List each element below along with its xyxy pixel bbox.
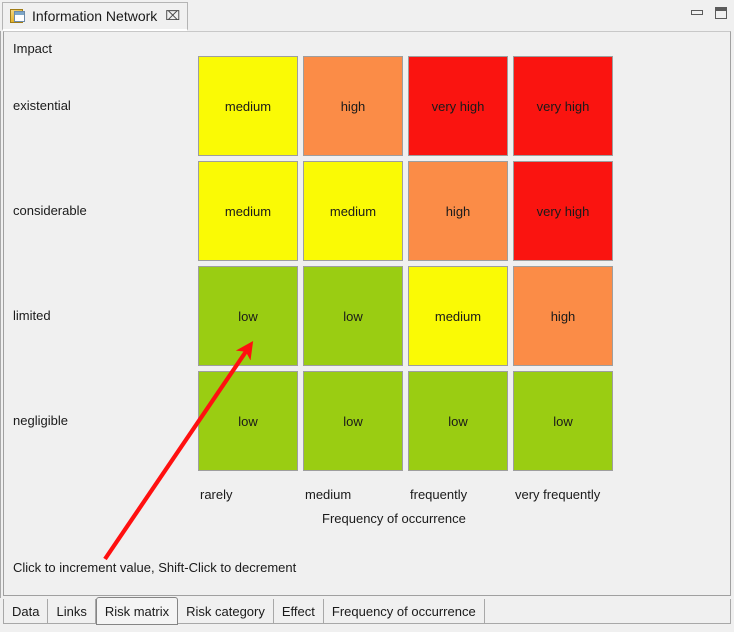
view-tab-information-network[interactable]: Information Network ⌧	[2, 2, 189, 31]
tab-frequency-of-occurrence[interactable]: Frequency of occurrence	[323, 598, 485, 624]
row-label-negligible: negligible	[13, 413, 68, 428]
column-label-rarely: rarely	[200, 487, 233, 502]
maximize-icon[interactable]	[714, 6, 728, 20]
risk-matrix-cell[interactable]: low	[303, 266, 403, 366]
risk-matrix-cell[interactable]: low	[198, 266, 298, 366]
column-label-medium: medium	[305, 487, 352, 502]
frequency-axis-label: Frequency of occurrence	[322, 511, 466, 526]
column-label-very-frequently: very frequently	[515, 487, 601, 502]
risk-matrix-cell[interactable]: high	[513, 266, 613, 366]
risk-matrix-cell[interactable]: medium	[198, 161, 298, 261]
risk-matrix-cell[interactable]: very high	[408, 56, 508, 156]
risk-matrix-canvas: Impact existential considerable limited neg…	[5, 32, 729, 594]
row-label-limited: limited	[13, 308, 51, 323]
tab-risk-matrix[interactable]: Risk matrix	[95, 597, 179, 625]
view-tab-bar: Information Network ⌧	[0, 0, 734, 31]
risk-matrix-cell[interactable]: very high	[513, 161, 613, 261]
risk-matrix-cell[interactable]: very high	[513, 56, 613, 156]
risk-matrix-cell[interactable]: low	[408, 371, 508, 471]
page-tab-bar-filler	[484, 598, 731, 624]
risk-matrix-cell[interactable]: high	[408, 161, 508, 261]
tab-data[interactable]: Data	[3, 598, 49, 624]
information-network-view: Information Network ⌧ Impact existential…	[0, 0, 734, 632]
close-icon[interactable]: ⌧	[163, 9, 180, 23]
impact-axis-label: Impact	[13, 41, 53, 56]
risk-matrix-cell[interactable]: medium	[408, 266, 508, 366]
row-label-considerable: considerable	[13, 203, 87, 218]
risk-matrix-panel: Impact existential considerable limited neg…	[3, 31, 731, 596]
tab-effect[interactable]: Effect	[273, 598, 324, 624]
risk-matrix-cell[interactable]: low	[303, 371, 403, 471]
risk-matrix-cell[interactable]: medium	[198, 56, 298, 156]
minimize-icon[interactable]	[690, 6, 704, 20]
page-tab-bar: Data Links Risk matrix Risk category Effect F…	[3, 597, 731, 629]
row-label-existential: existential	[13, 98, 71, 113]
hint-text: Click to increment value, Shift-Click to…	[13, 560, 297, 575]
risk-matrix-grid: medium high very high very high medium medium…	[198, 56, 618, 478]
window-left-edge	[0, 31, 3, 598]
view-window-controls	[690, 6, 728, 20]
view-tab-label: Information Network	[32, 8, 158, 24]
risk-matrix-cell[interactable]: low	[198, 371, 298, 471]
risk-matrix-cell[interactable]: high	[303, 56, 403, 156]
risk-matrix-cell[interactable]: medium	[303, 161, 403, 261]
tab-links[interactable]: Links	[48, 598, 96, 624]
tab-risk-category[interactable]: Risk category	[178, 598, 274, 624]
information-network-icon	[10, 8, 26, 24]
column-label-frequently: frequently	[410, 487, 468, 502]
risk-matrix-cell[interactable]: low	[513, 371, 613, 471]
